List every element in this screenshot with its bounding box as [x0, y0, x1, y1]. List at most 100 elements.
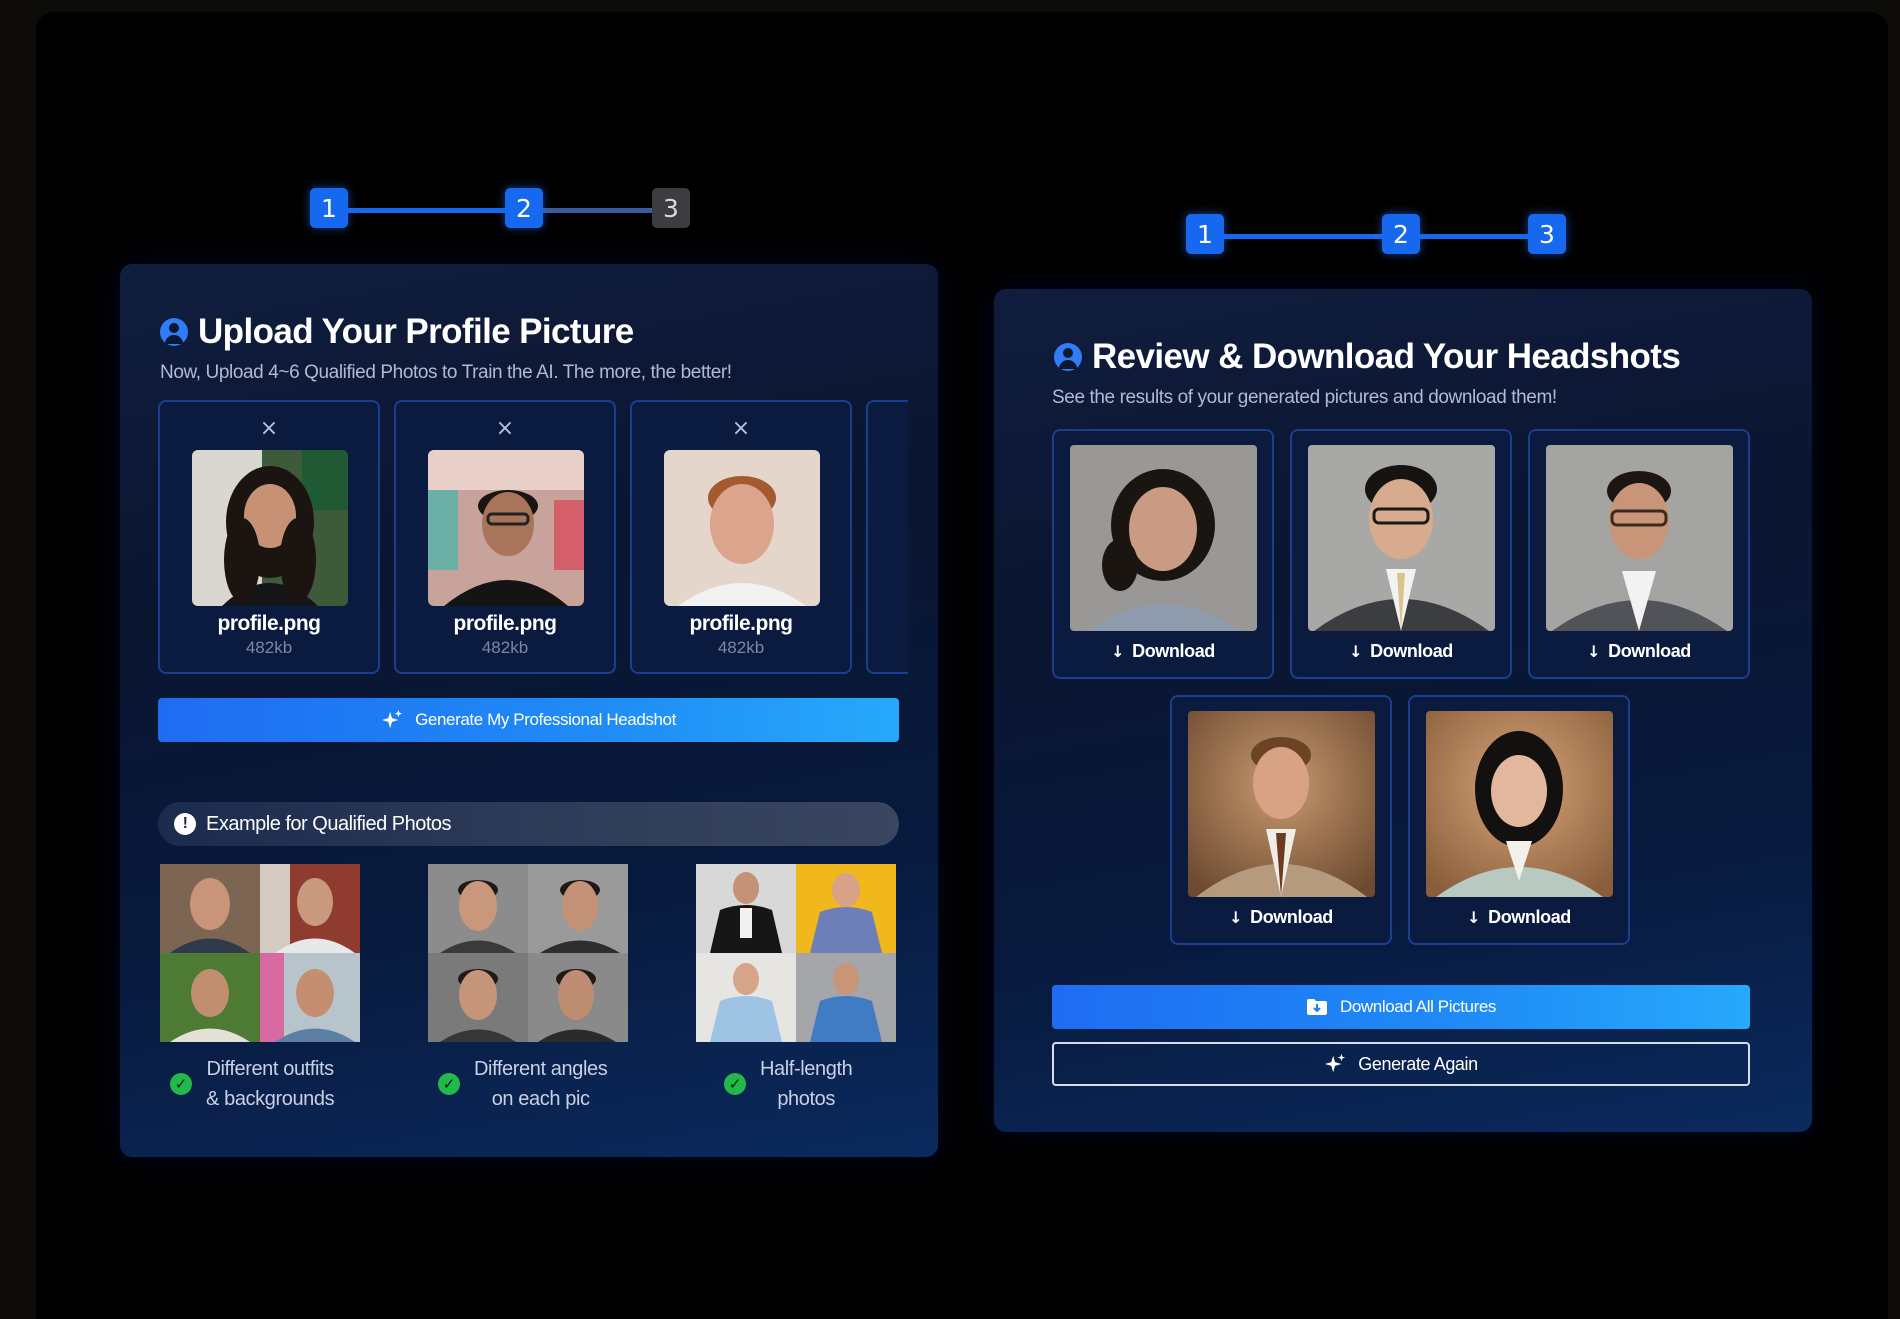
user-circle-icon	[1054, 343, 1082, 371]
user-circle-icon	[160, 318, 188, 346]
download-label: Download	[1370, 641, 1453, 661]
download-arrow-icon: ↓	[1467, 908, 1481, 927]
step-2[interactable]: 2	[1382, 214, 1420, 254]
download-all-label: Download All Pictures	[1339, 997, 1496, 1016]
example-photo	[796, 953, 896, 1042]
review-title-text: Review & Download Your Headshots	[1092, 337, 1681, 376]
example-photo	[528, 864, 628, 953]
check-icon: ✓	[724, 1073, 746, 1095]
caption-line: Different angles	[474, 1058, 608, 1080]
generate-again-button[interactable]: Generate Again	[1052, 1042, 1750, 1086]
close-icon[interactable]: ×	[396, 416, 614, 441]
file-name: profile.png	[453, 612, 558, 635]
example-photo	[260, 864, 360, 953]
sparkle-icon	[381, 709, 403, 729]
example-photo	[796, 864, 896, 953]
step-1[interactable]: 1	[310, 188, 348, 228]
download-button[interactable]: ↓ Download	[1054, 641, 1272, 662]
example-caption: ✓ Half-length photos	[724, 1054, 914, 1114]
example-caption-text: Different angles on each pic	[474, 1054, 608, 1114]
download-label: Download	[1608, 641, 1691, 661]
step-1[interactable]: 1	[1186, 214, 1224, 254]
download-arrow-icon: ↓	[1229, 908, 1243, 927]
file-size: 482kb	[245, 638, 293, 657]
caption-line: Half-length	[760, 1058, 853, 1080]
headshot-photo	[1426, 711, 1613, 897]
info-icon: !	[174, 813, 196, 835]
generate-headshot-button[interactable]: Generate My Professional Headshot	[158, 698, 899, 742]
upload-card: × profile.png 482kb	[394, 400, 616, 674]
upload-panel: Upload Your Profile Picture Now, Upload …	[120, 264, 938, 1157]
caption-line: on each pic	[491, 1088, 590, 1110]
headshot-photo	[1070, 445, 1257, 631]
example-header: ! Example for Qualified Photos	[158, 802, 899, 846]
upload-card: × profile.png 482kb	[630, 400, 852, 674]
review-title: Review & Download Your Headshots	[1054, 337, 1681, 377]
example-photo-grid	[428, 864, 628, 1042]
download-label: Download	[1250, 907, 1333, 927]
example-photo	[696, 953, 796, 1042]
download-label: Download	[1488, 907, 1571, 927]
step-2[interactable]: 2	[505, 188, 543, 228]
download-arrow-icon: ↓	[1111, 642, 1125, 661]
headshot-photo	[1188, 711, 1375, 897]
result-card: ↓ Download	[1170, 695, 1392, 945]
example-photo	[428, 953, 528, 1042]
upload-title: Upload Your Profile Picture	[160, 312, 634, 352]
result-card: ↓ Download	[1052, 429, 1274, 679]
uploaded-photo	[428, 450, 584, 606]
close-icon[interactable]: ×	[160, 416, 378, 441]
download-button[interactable]: ↓ Download	[1530, 641, 1748, 662]
result-card: ↓ Download	[1528, 429, 1750, 679]
generate-again-label: Generate Again	[1358, 1053, 1478, 1074]
caption-line: Different outfits	[206, 1058, 334, 1080]
download-arrow-icon: ↓	[1587, 642, 1601, 661]
example-title: Example for Qualified Photos	[206, 812, 452, 835]
example-caption-text: Different outfits & backgrounds	[206, 1054, 335, 1114]
example-photo	[428, 864, 528, 953]
upload-subtitle: Now, Upload 4~6 Qualified Photos to Trai…	[160, 362, 732, 383]
file-size: 482kb	[717, 638, 765, 657]
file-size: 482kb	[481, 638, 529, 657]
folder-download-icon	[1306, 999, 1327, 1015]
stepper-line-2-3	[530, 208, 670, 213]
example-photo	[160, 864, 260, 953]
progress-stepper-review: 1 2 3	[1186, 214, 1566, 258]
example-photo-grid	[160, 864, 360, 1042]
check-icon: ✓	[438, 1073, 460, 1095]
check-icon: ✓	[170, 1073, 192, 1095]
headshot-photo	[1308, 445, 1495, 631]
download-button[interactable]: ↓ Download	[1410, 907, 1628, 928]
download-label: Download	[1132, 641, 1215, 661]
review-panel: Review & Download Your Headshots See the…	[994, 289, 1812, 1132]
example-photo-grid	[696, 864, 896, 1042]
uploaded-photo	[192, 450, 348, 606]
example-photo	[696, 864, 796, 953]
generate-headshot-label: Generate My Professional Headshot	[415, 710, 676, 729]
upload-card: × profile.png 482kb	[158, 400, 380, 674]
download-all-button[interactable]: Download All Pictures	[1052, 985, 1750, 1029]
upload-title-text: Upload Your Profile Picture	[198, 312, 634, 351]
example-caption: ✓ Different angles on each pic	[438, 1054, 658, 1114]
example-caption: ✓ Different outfits & backgrounds	[170, 1054, 390, 1114]
review-subtitle: See the results of your generated pictur…	[1052, 387, 1557, 408]
progress-stepper-upload: 1 2 3	[310, 188, 690, 232]
file-name: profile.png	[689, 612, 794, 635]
upload-card-partial	[866, 400, 908, 674]
close-icon[interactable]: ×	[632, 416, 850, 441]
example-photo	[160, 953, 260, 1042]
upload-cards-row: × profile.png 482kb × profile.png 482kb …	[158, 400, 908, 676]
example-photo	[528, 953, 628, 1042]
result-card: ↓ Download	[1408, 695, 1630, 945]
download-button[interactable]: ↓ Download	[1292, 641, 1510, 662]
uploaded-photo	[664, 450, 820, 606]
caption-line: & backgrounds	[206, 1088, 335, 1110]
result-card: ↓ Download	[1290, 429, 1512, 679]
example-caption-text: Half-length photos	[760, 1054, 853, 1114]
caption-line: photos	[777, 1088, 835, 1110]
download-button[interactable]: ↓ Download	[1172, 907, 1390, 928]
headshot-photo	[1546, 445, 1733, 631]
sparkle-icon	[1325, 1053, 1346, 1073]
step-3[interactable]: 3	[1528, 214, 1566, 254]
step-3[interactable]: 3	[652, 188, 690, 228]
